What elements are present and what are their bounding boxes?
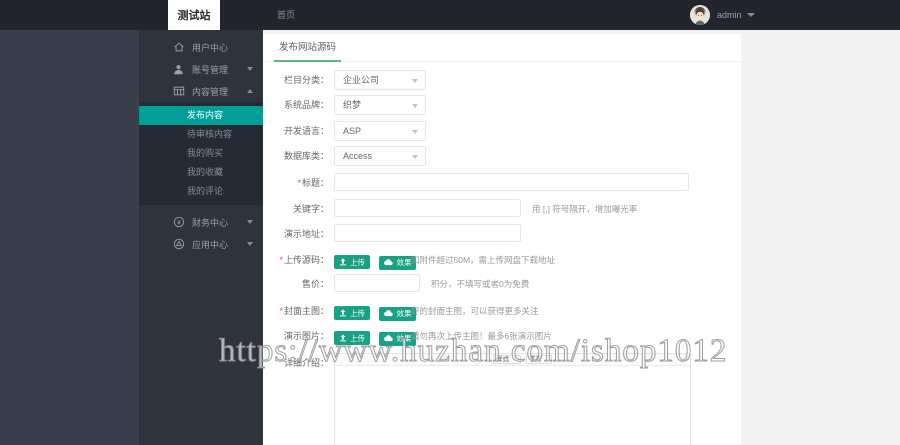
chevron-down-icon xyxy=(412,79,418,83)
form-row-price: 售价： 积分，不填写或者0为免费 xyxy=(263,274,741,294)
form-row-upload-source: *上传源码： 上传 效果 如附件超过50M，需上传网盘下载地址 xyxy=(263,250,741,270)
brand-select[interactable]: 织梦 xyxy=(334,95,426,115)
upload-icon xyxy=(339,258,347,266)
admin-page: 测试站 首页 admin 用户中心 账号管理 内容管理 发布内容 待审核内容 我… xyxy=(0,0,900,445)
form-row-title: *标题： xyxy=(263,173,741,193)
language-label: 开发语言： xyxy=(283,126,329,136)
detail-label: 详细介绍： xyxy=(283,358,329,368)
price-hint: 积分，不填写或者0为免费 xyxy=(431,279,530,289)
cover-label: *封面主图： xyxy=(279,306,329,316)
submenu-my-comments[interactable]: 我的评论 xyxy=(139,182,263,201)
user-menu[interactable]: admin xyxy=(690,0,755,30)
form-row-category: 栏目分类： 企业公司 xyxy=(263,70,741,90)
chevron-down-icon xyxy=(247,220,253,224)
sidebar-item-user-center[interactable]: 用户中心 xyxy=(139,36,263,58)
detail-editor-textarea[interactable] xyxy=(335,366,690,445)
form-row-cover: *封面主图： 上传 效果 好的封面主图，可以获得更多关注 xyxy=(263,301,741,321)
category-label: 栏目分类： xyxy=(283,75,329,85)
editor-toolbar: 样式 字号 xyxy=(335,354,690,366)
sidebar-item-apps[interactable]: 应用中心 xyxy=(139,233,263,255)
tab-publish-source[interactable]: 发布网站源码 xyxy=(274,34,342,62)
submenu-my-purchases[interactable]: 我的购买 xyxy=(139,144,263,163)
cloud-icon xyxy=(384,259,394,266)
database-label: 数据库类： xyxy=(283,151,329,161)
sidebar-item-account[interactable]: 账号管理 xyxy=(139,58,263,80)
detail-editor[interactable]: 样式 字号 xyxy=(334,353,691,445)
upload-source-label: *上传源码： xyxy=(279,255,329,265)
upload-icon xyxy=(339,334,347,342)
price-input[interactable] xyxy=(334,274,420,292)
brand-label: 系统品牌： xyxy=(283,100,329,110)
screenshots-label: 演示图片： xyxy=(283,331,329,341)
form-row-demo-url: 演示地址： xyxy=(263,224,741,244)
sidebar: 用户中心 账号管理 内容管理 发布内容 待审核内容 我的购买 我的收藏 我的评论 xyxy=(139,30,263,445)
top-navbar: 测试站 首页 admin xyxy=(0,0,900,30)
sidebar-item-finance[interactable]: ¥ 财务中心 xyxy=(139,211,263,233)
form-row-language: 开发语言： ASP xyxy=(263,121,741,141)
chevron-down-icon xyxy=(746,13,755,17)
keyword-hint: 用 [,] 符号隔开，增加曝光率 xyxy=(532,204,638,214)
chevron-up-icon xyxy=(247,89,253,93)
sidebar-item-content[interactable]: 内容管理 xyxy=(139,80,263,102)
submenu-pending-content[interactable]: 待审核内容 xyxy=(139,125,263,144)
editor-fontsize-dropdown[interactable]: 字号 xyxy=(526,355,552,364)
upload-icon xyxy=(339,309,347,317)
chevron-down-icon xyxy=(412,104,418,108)
home-icon xyxy=(172,41,185,54)
cloud-icon xyxy=(384,335,394,342)
username-label: admin xyxy=(717,10,742,20)
form-row-keyword: 关键字： 用 [,] 符号隔开，增加曝光率 xyxy=(263,199,741,219)
yen-circle-icon: ¥ xyxy=(172,216,185,229)
price-label: 售价： xyxy=(301,279,329,289)
keyword-label: 关键字： xyxy=(292,204,329,214)
chevron-down-icon xyxy=(247,67,253,71)
site-logo[interactable]: 测试站 xyxy=(168,0,220,30)
database-select[interactable]: Access xyxy=(334,146,426,166)
keyword-input[interactable] xyxy=(334,199,521,217)
upload-source-button[interactable]: 上传 xyxy=(334,255,370,269)
user-icon xyxy=(172,63,185,76)
title-input[interactable] xyxy=(334,173,689,191)
publish-form-card: 发布网站源码 栏目分类： 企业公司 系统品牌： 织梦 开发语言： ASP 数据库… xyxy=(263,34,741,445)
grid-icon xyxy=(172,85,185,98)
submenu-my-favorites[interactable]: 我的收藏 xyxy=(139,163,263,182)
chevron-down-icon xyxy=(412,155,418,159)
chevron-down-icon xyxy=(412,130,418,134)
avatar xyxy=(690,5,710,25)
cover-hint: 好的封面主图，可以获得更多关注 xyxy=(411,306,539,316)
tab-bar: 发布网站源码 xyxy=(263,34,741,62)
screenshots-hint: 请勿再次上传主图！最多6张演示图片 xyxy=(411,331,552,341)
app-center-icon xyxy=(172,238,185,251)
upload-source-hint: 如附件超过50M，需上传网盘下载地址 xyxy=(411,255,556,265)
demo-url-label: 演示地址： xyxy=(283,229,329,239)
form-row-screenshots: 演示图片： 上传 效果 请勿再次上传主图！最多6张演示图片 xyxy=(263,326,741,346)
demo-url-input[interactable] xyxy=(334,224,521,242)
chevron-down-icon xyxy=(247,242,253,246)
cloud-icon xyxy=(384,310,394,317)
category-select[interactable]: 企业公司 xyxy=(334,70,426,90)
language-select[interactable]: ASP xyxy=(334,121,426,141)
submenu-publish-content[interactable]: 发布内容 xyxy=(139,106,263,125)
form-row-database: 数据库类： Access xyxy=(263,146,741,166)
nav-home-link[interactable]: 首页 xyxy=(271,0,301,30)
content-submenu: 发布内容 待审核内容 我的购买 我的收藏 我的评论 xyxy=(139,102,263,205)
screenshots-upload-button[interactable]: 上传 xyxy=(334,331,370,345)
cover-upload-button[interactable]: 上传 xyxy=(334,306,370,320)
svg-text:¥: ¥ xyxy=(177,219,181,226)
editor-style-dropdown[interactable]: 样式 xyxy=(493,355,521,364)
form-row-brand: 系统品牌： 织梦 xyxy=(263,95,741,115)
title-label: *标题： xyxy=(297,178,329,188)
